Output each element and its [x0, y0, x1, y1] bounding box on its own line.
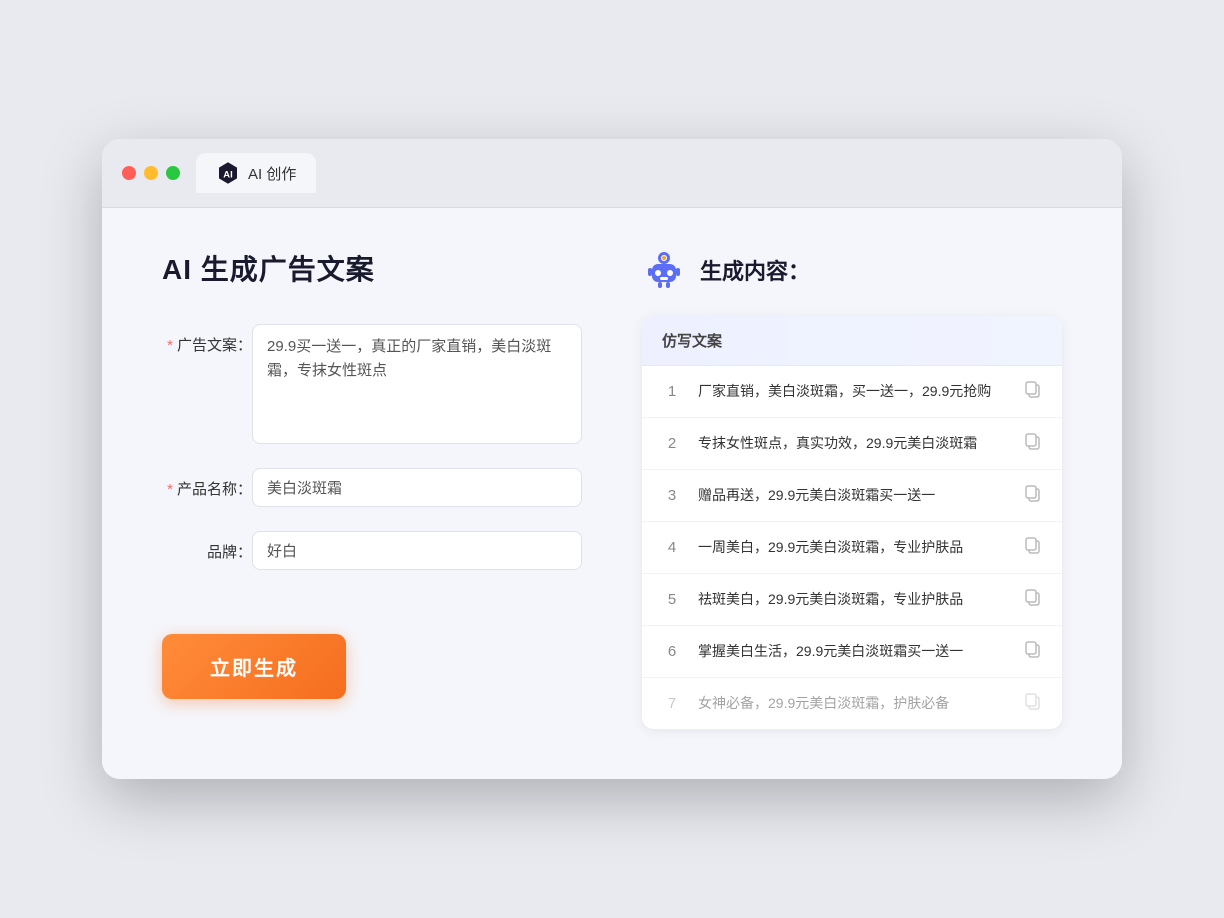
browser-window: AI AI 创作 AI 生成广告文案 *广告文案： 29.9买一送一，真正的厂家… — [102, 139, 1122, 779]
row-text: 厂家直销，美白淡斑霜，买一送一，29.9元抢购 — [698, 381, 1008, 402]
content-area: AI 生成广告文案 *广告文案： 29.9买一送一，真正的厂家直销，美白淡斑霜，… — [102, 208, 1122, 779]
ad-copy-input[interactable]: 29.9买一送一，真正的厂家直销，美白淡斑霜，专抹女性斑点 — [252, 324, 582, 444]
result-row: 6 掌握美白生活，29.9元美白淡斑霜买一送一 — [642, 626, 1062, 678]
page-title: AI 生成广告文案 — [162, 248, 582, 288]
row-number: 6 — [662, 643, 682, 660]
row-number: 3 — [662, 487, 682, 504]
row-number: 5 — [662, 591, 682, 608]
result-row: 5 祛斑美白，29.9元美白淡斑霜，专业护肤品 — [642, 574, 1062, 626]
row-text: 祛斑美白，29.9元美白淡斑霜，专业护肤品 — [698, 589, 1008, 610]
row-text: 女神必备，29.9元美白淡斑霜，护肤必备 — [698, 693, 1008, 714]
title-bar: AI AI 创作 — [102, 139, 1122, 208]
results-list: 1 厂家直销，美白淡斑霜，买一送一，29.9元抢购 2 专抹女性斑点，真实功效，29.… — [642, 366, 1062, 729]
result-row: 2 专抹女性斑点，真实功效，29.9元美白淡斑霜 — [642, 418, 1062, 470]
generate-button[interactable]: 立即生成 — [162, 634, 346, 699]
product-name-label: *产品名称： — [162, 468, 252, 499]
row-number: 4 — [662, 539, 682, 556]
maximize-button[interactable] — [166, 166, 180, 180]
product-name-group: *产品名称： — [162, 468, 582, 507]
product-name-input[interactable] — [252, 468, 582, 507]
row-text: 赠品再送，29.9元美白淡斑霜买一送一 — [698, 485, 1008, 506]
row-text: 一周美白，29.9元美白淡斑霜，专业护肤品 — [698, 537, 1008, 558]
row-number: 7 — [662, 695, 682, 712]
required-star-1: * — [167, 337, 173, 354]
copy-icon[interactable] — [1024, 588, 1042, 611]
copy-icon[interactable] — [1024, 640, 1042, 663]
ai-tab-icon: AI — [216, 161, 240, 185]
row-text: 掌握美白生活，29.9元美白淡斑霜买一送一 — [698, 641, 1008, 662]
required-star-2: * — [167, 481, 173, 498]
result-row: 3 赠品再送，29.9元美白淡斑霜买一送一 — [642, 470, 1062, 522]
copy-icon[interactable] — [1024, 432, 1042, 455]
ai-tab[interactable]: AI AI 创作 — [196, 153, 316, 193]
right-header: 生成内容： — [642, 248, 1062, 292]
right-title: 生成内容： — [700, 254, 810, 286]
copy-icon[interactable] — [1024, 380, 1042, 403]
close-button[interactable] — [122, 166, 136, 180]
results-header: 仿写文案 — [642, 316, 1062, 366]
tab-label: AI 创作 — [248, 163, 296, 184]
row-text: 专抹女性斑点，真实功效，29.9元美白淡斑霜 — [698, 433, 1008, 454]
left-panel: AI 生成广告文案 *广告文案： 29.9买一送一，真正的厂家直销，美白淡斑霜，… — [162, 248, 582, 729]
minimize-button[interactable] — [144, 166, 158, 180]
svg-text:AI: AI — [223, 168, 232, 179]
result-row: 1 厂家直销，美白淡斑霜，买一送一，29.9元抢购 — [642, 366, 1062, 418]
brand-input[interactable] — [252, 531, 582, 570]
row-number: 2 — [662, 435, 682, 452]
copy-icon[interactable] — [1024, 536, 1042, 559]
right-panel: 生成内容： 仿写文案 1 厂家直销，美白淡斑霜，买一送一，29.9元抢购 2 专抹女性… — [642, 248, 1062, 729]
robot-icon — [642, 248, 686, 292]
results-container: 仿写文案 1 厂家直销，美白淡斑霜，买一送一，29.9元抢购 2 专抹女性斑点，真实功… — [642, 316, 1062, 729]
copy-icon[interactable] — [1024, 484, 1042, 507]
ad-copy-label: *广告文案： — [162, 324, 252, 355]
traffic-lights — [122, 166, 180, 180]
brand-label: 品牌： — [162, 531, 252, 562]
ad-copy-group: *广告文案： 29.9买一送一，真正的厂家直销，美白淡斑霜，专抹女性斑点 — [162, 324, 582, 444]
result-row: 4 一周美白，29.9元美白淡斑霜，专业护肤品 — [642, 522, 1062, 574]
brand-group: 品牌： — [162, 531, 582, 570]
copy-icon[interactable] — [1024, 692, 1042, 715]
row-number: 1 — [662, 383, 682, 400]
result-row: 7 女神必备，29.9元美白淡斑霜，护肤必备 — [642, 678, 1062, 729]
